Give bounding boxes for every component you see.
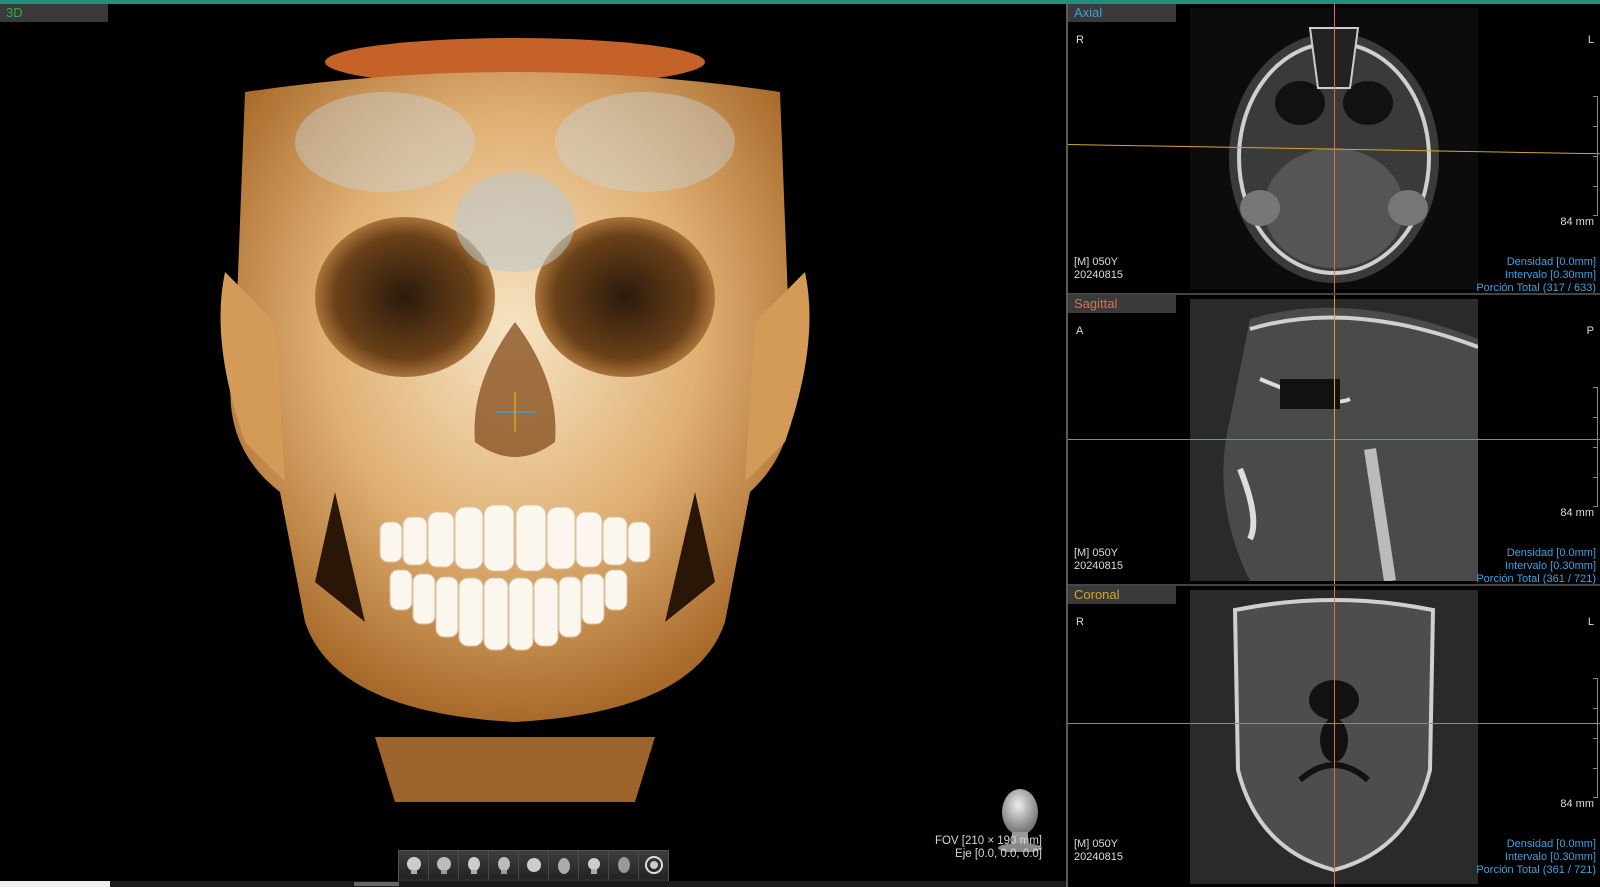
- patient-info: [M] 050Y 20240815: [1074, 256, 1123, 282]
- view-left-button[interactable]: [489, 851, 519, 879]
- view-right-button[interactable]: [459, 851, 489, 879]
- axis-text: Eje [0.0, 0.0, 0.0]: [955, 848, 1042, 860]
- sagittal-crosshair-line[interactable]: [1334, 4, 1335, 293]
- portion-text: Porción Total (317 / 633): [1476, 282, 1596, 294]
- sagittal-crosshair-line[interactable]: [1334, 586, 1335, 887]
- view-bottom-button[interactable]: [549, 851, 579, 879]
- density-text: Densidad [0.0mm]: [1506, 838, 1596, 850]
- viewport-sagittal[interactable]: Sagittal A P 84 mm [M] 050Y 20240815 Den…: [1068, 295, 1600, 586]
- patient-sex-age: [M] 050Y: [1074, 256, 1119, 268]
- interval-text: Intervalo [0.30mm]: [1504, 269, 1596, 281]
- orientation-left-label: R: [1076, 34, 1084, 46]
- skull-3d-render[interactable]: [205, 22, 825, 812]
- scale-ruler: [1593, 678, 1598, 798]
- scale-label: 84 mm: [1560, 216, 1594, 228]
- interval-text: Intervalo [0.30mm]: [1504, 851, 1596, 863]
- patient-sex-age: [M] 050Y: [1074, 547, 1119, 559]
- progress-segment: [354, 882, 399, 886]
- view-top-button[interactable]: [519, 851, 549, 879]
- density-text: Densidad [0.0mm]: [1506, 547, 1596, 559]
- orientation-left-label: A: [1076, 325, 1084, 337]
- view-top-icon: [526, 858, 541, 872]
- fov-text: FOV [210 × 190 mm]: [934, 835, 1042, 847]
- view-left-icon: [497, 857, 510, 874]
- viewport-axial-tab[interactable]: Axial: [1068, 4, 1176, 22]
- orientation-right-label: P: [1586, 325, 1594, 337]
- view-reset-icon: [617, 857, 630, 873]
- view-right-icon: [467, 857, 480, 874]
- orientation-right-label: L: [1587, 616, 1594, 628]
- viewport-coronal-tab[interactable]: Coronal: [1068, 586, 1176, 604]
- viewport-axial[interactable]: Axial R L 84 mm [M] 050Y 20240815 Densid…: [1068, 4, 1600, 295]
- patient-sex-age: [M] 050Y: [1074, 838, 1119, 850]
- slice-info: Densidad [0.0mm] Intervalo [0.30mm] Porc…: [1476, 547, 1596, 585]
- loading-progress-bar: [0, 881, 1066, 887]
- density-text: Densidad [0.0mm]: [1506, 256, 1596, 268]
- viewport-coronal[interactable]: Coronal R L 84 mm [M] 050Y 20240815 Dens…: [1068, 586, 1600, 887]
- coronal-crosshair-line[interactable]: [1334, 295, 1335, 584]
- viewport-3d-tab[interactable]: 3D: [0, 4, 108, 22]
- scale-label: 84 mm: [1560, 798, 1594, 810]
- scale-ruler: [1593, 96, 1598, 216]
- slice-info: Densidad [0.0mm] Intervalo [0.30mm] Porc…: [1476, 256, 1596, 294]
- scale-ruler: [1593, 387, 1598, 507]
- view-oblique-button[interactable]: [579, 851, 609, 879]
- view-bottom-icon: [557, 858, 570, 874]
- portion-text: Porción Total (361 / 721): [1476, 573, 1596, 585]
- rotate-icon: [644, 856, 663, 874]
- view-back-button[interactable]: [429, 851, 459, 879]
- view-preset-toolbar: [398, 850, 669, 881]
- fov-info: FOV [210 × 190 mm] Eje [0.0, 0.0, 0.0]: [935, 835, 1042, 861]
- view-front-button[interactable]: [399, 851, 429, 879]
- portion-text: Porción Total (361 / 721): [1476, 864, 1596, 876]
- orientation-right-label: L: [1587, 34, 1594, 46]
- viewport-sagittal-tab[interactable]: Sagittal: [1068, 295, 1176, 313]
- patient-info: [M] 050Y 20240815: [1074, 547, 1123, 573]
- viewport-3d[interactable]: 3D FOV [210 × 190 mm] Eje [0.0, 0.0, 0.0…: [0, 4, 1066, 881]
- study-date: 20240815: [1074, 851, 1123, 863]
- view-reset-button[interactable]: [609, 851, 639, 879]
- study-date: 20240815: [1074, 269, 1123, 281]
- view-front-icon: [406, 857, 421, 874]
- slice-info: Densidad [0.0mm] Intervalo [0.30mm] Porc…: [1476, 838, 1596, 877]
- view-back-icon: [436, 857, 451, 874]
- study-date: 20240815: [1074, 560, 1123, 572]
- rotate-button[interactable]: [639, 851, 668, 879]
- view-oblique-icon: [587, 858, 600, 874]
- progress-fill: [0, 881, 110, 887]
- patient-info: [M] 050Y 20240815: [1074, 838, 1123, 864]
- orientation-left-label: R: [1076, 616, 1084, 628]
- scale-label: 84 mm: [1560, 507, 1594, 519]
- interval-text: Intervalo [0.30mm]: [1504, 560, 1596, 572]
